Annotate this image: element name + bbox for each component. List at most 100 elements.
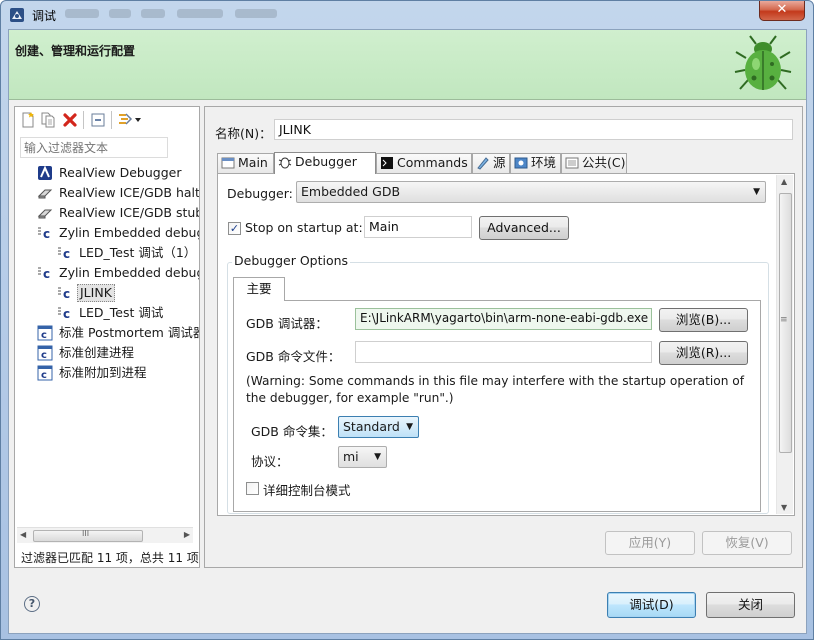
tree-item-label: JLINK [77,284,115,302]
tree-item-label: 标准附加到进程 [59,365,147,380]
window-close-button[interactable]: ✕ [759,1,805,21]
revert-button[interactable]: 恢复(V) [702,531,792,555]
svg-text:c: c [63,247,70,261]
svg-text:c: c [41,350,47,361]
tab-debugger[interactable]: Debugger [274,152,376,174]
title-blur [235,9,277,18]
debugger-label: Debugger: [227,186,293,201]
environment-tab-icon [514,157,528,169]
protocol-select[interactable]: mi ▼ [338,446,387,468]
filter-input[interactable] [20,137,168,158]
delete-icon[interactable] [62,112,78,128]
c-config-icon: c [57,305,73,321]
title-blur [65,9,99,18]
filter-icon[interactable] [117,112,143,128]
title-blur [141,9,165,18]
dialog-window: 调试 ✕ 创建、管理和运行配置 输入过滤器文本 RealView Debugge… [0,0,814,640]
scroll-down-arrow-icon[interactable]: ▼ [781,503,787,512]
tab-source[interactable]: 源 [472,153,510,173]
tab-environment[interactable]: 环境 [510,153,561,173]
name-field[interactable]: JLINK [274,119,793,140]
scroll-grip-icon: ≡ [780,315,788,325]
bug-icon [734,35,792,90]
tree-item-label: RealView ICE/GDB stub [59,205,199,220]
debugger-options-title: Debugger Options [232,253,351,268]
browse-gdb-button[interactable]: 浏览(B)... [659,308,748,332]
c-app-icon: c [37,325,53,341]
close-button[interactable]: 关闭 [706,592,795,618]
title-blur [109,9,131,18]
help-icon[interactable]: ? [24,596,40,612]
options-vertical-scrollbar[interactable]: ▲ ≡ ▼ [776,175,793,514]
commands-tab-icon [381,157,393,169]
debugger-tab-content: Debugger: Embedded GDB ▼ ✓ Stop on start… [217,173,795,516]
apply-button[interactable]: 应用(Y) [605,531,695,555]
tab-main-options[interactable]: 主要 [233,277,285,301]
tree-item-label: RealView ICE/GDB halt [59,185,199,200]
debugger-tab-icon [278,157,292,169]
configuration-list-panel: RealView Debugger RealView ICE/GDB halt Re… [14,106,200,568]
advanced-button[interactable]: Advanced... [479,216,569,240]
new-config-icon[interactable] [20,112,36,128]
gdb-command-set-label: GDB 命令集： [251,424,333,439]
duplicate-icon[interactable] [40,112,56,128]
svg-text:c: c [41,330,47,341]
name-label: 名称(N)： [215,126,272,141]
debug-button[interactable]: 调试(D) [607,592,696,618]
title-blur [177,9,223,18]
c-config-icon: c [57,285,73,301]
c-app-icon: c [37,365,53,381]
tab-main[interactable]: Main [217,153,274,173]
tree-horizontal-scrollbar[interactable]: ◀ III ▶ [17,527,193,543]
tree-item-label: LED_Test 调试 [79,305,164,320]
gdb-command-set-select[interactable]: Standard ▼ [338,416,419,438]
c-config-icon: c [37,265,53,281]
filter-status: 过滤器已匹配 11 项，总共 11 项 [21,551,199,565]
verbose-console-checkbox[interactable] [246,482,259,495]
scroll-right-arrow-icon[interactable]: ▶ [184,530,190,539]
browse-command-file-button[interactable]: 浏览(R)... [659,341,748,365]
scroll-up-arrow-icon[interactable]: ▲ [781,177,787,186]
scroll-left-arrow-icon[interactable]: ◀ [20,530,26,539]
gdb-command-file-field[interactable] [355,341,652,363]
window-title: 调试 [32,9,57,23]
tree-item-label: RealView Debugger [59,165,182,180]
eraser-icon [37,205,53,221]
toolbar-separator [111,111,112,129]
stop-on-startup-label: Stop on startup at: [245,220,363,235]
gdb-command-file-label: GDB 命令文件： [246,349,341,364]
tree-item-label: 标准创建进程 [59,345,135,360]
svg-text:c: c [41,370,47,381]
debugger-select[interactable]: Embedded GDB ▼ [296,181,766,203]
configuration-tree: RealView Debugger RealView ICE/GDB halt Re… [15,163,199,523]
header-banner: 创建、管理和运行配置 [9,30,806,100]
svg-text:c: c [63,287,70,301]
app-icon [10,8,24,22]
svg-text:c: c [43,227,50,241]
dialog-client: 创建、管理和运行配置 输入过滤器文本 RealView Debugger Rea… [8,29,807,634]
toolbar-separator [83,111,84,129]
collapse-all-icon[interactable] [90,112,106,128]
scroll-grip: III [82,529,90,538]
tree-item-label: Zylin Embedded debug [59,265,199,280]
c-config-icon: c [57,245,73,261]
config-tabs: Main Debugger Commands 源 环境 公共(C) [217,152,797,174]
tree-item-label: 标准 Postmortem 调试器 [59,325,199,340]
common-tab-icon [565,157,579,169]
banner-title: 创建、管理和运行配置 [15,44,136,58]
chevron-down-icon: ▼ [406,422,413,432]
c-app-icon: c [37,345,53,361]
protocol-label: 协议： [251,454,289,469]
scroll-thumb[interactable]: III [33,529,143,542]
chevron-down-icon: ▼ [753,187,760,197]
tab-commands[interactable]: Commands [376,153,472,173]
title-bar: 调试 ✕ [1,1,813,29]
realview-icon [37,165,53,181]
gdb-debugger-label: GDB 调试器： [246,316,328,331]
stop-on-startup-checkbox[interactable]: ✓ [228,222,241,235]
tree-item-label: LED_Test 调试（1） [79,245,197,260]
tab-common[interactable]: 公共(C) [561,153,627,173]
gdb-debugger-field[interactable]: E:\JLinkARM\yagarto\bin\arm-none-eabi-gd… [355,308,652,330]
main-options-panel: GDB 调试器： E:\JLinkARM\yagarto\bin\arm-non… [233,300,761,512]
stop-on-startup-field[interactable]: Main [364,216,472,238]
